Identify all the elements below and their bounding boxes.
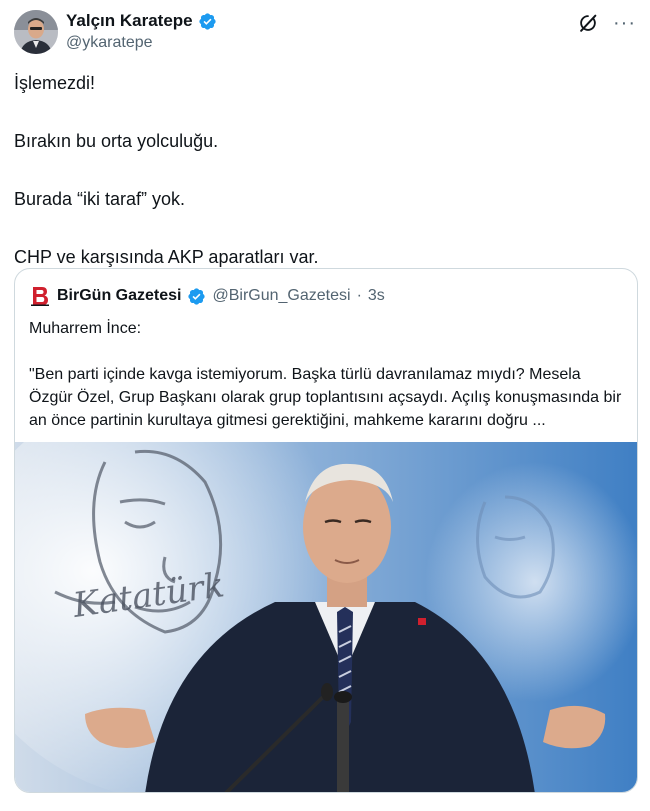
quoted-tweet-photo[interactable]: Katatürk	[15, 442, 638, 793]
tweet-line: Bırakın bu orta yolculuğu.	[14, 131, 219, 151]
more-options-icon[interactable]: ···	[613, 13, 636, 33]
separator-dot: ·	[356, 287, 362, 304]
author-display-name[interactable]: Yalçın Karatepe	[66, 11, 193, 31]
tweet-line: CHP ve karşısında AKP aparatları var.	[14, 247, 319, 267]
quoted-body: "Ben parti içinde kavga istemiyorum. Baş…	[29, 366, 622, 429]
quoted-timestamp[interactable]: 3s	[368, 287, 385, 305]
tweet-line: Burada “iki taraf” yok.	[14, 189, 186, 209]
header-actions: ···	[577, 12, 636, 34]
tweet-line: İşlemezdi!	[14, 73, 96, 93]
verified-badge-icon	[199, 12, 216, 30]
tweet: Yalçın Karatepe @ykaratepe ··· İşlemezdi…	[0, 0, 650, 811]
birgun-logo-icon	[29, 285, 51, 307]
author-name-line: Yalçın Karatepe	[66, 11, 217, 31]
quoted-tweet-text: Muharrem İnce: "Ben parti içinde kavga i…	[29, 317, 625, 432]
avatar-image	[14, 10, 58, 54]
quoted-tweet-header: BirGün Gazetesi @BirGun_Gazetesi · 3s	[29, 285, 385, 307]
quoted-author-handle[interactable]: @BirGun_Gazetesi	[212, 287, 350, 305]
quoted-author-name[interactable]: BirGün Gazetesi	[57, 287, 181, 305]
quoted-intro: Muharrem İnce:	[29, 320, 142, 337]
grok-icon[interactable]	[577, 12, 599, 34]
tweet-header: Yalçın Karatepe @ykaratepe ···	[14, 10, 636, 58]
avatar[interactable]	[14, 10, 58, 54]
author-handle[interactable]: @ykaratepe	[66, 34, 153, 52]
verified-badge-icon	[188, 287, 206, 305]
quoted-tweet[interactable]: BirGün Gazetesi @BirGun_Gazetesi · 3s Mu…	[14, 268, 638, 793]
